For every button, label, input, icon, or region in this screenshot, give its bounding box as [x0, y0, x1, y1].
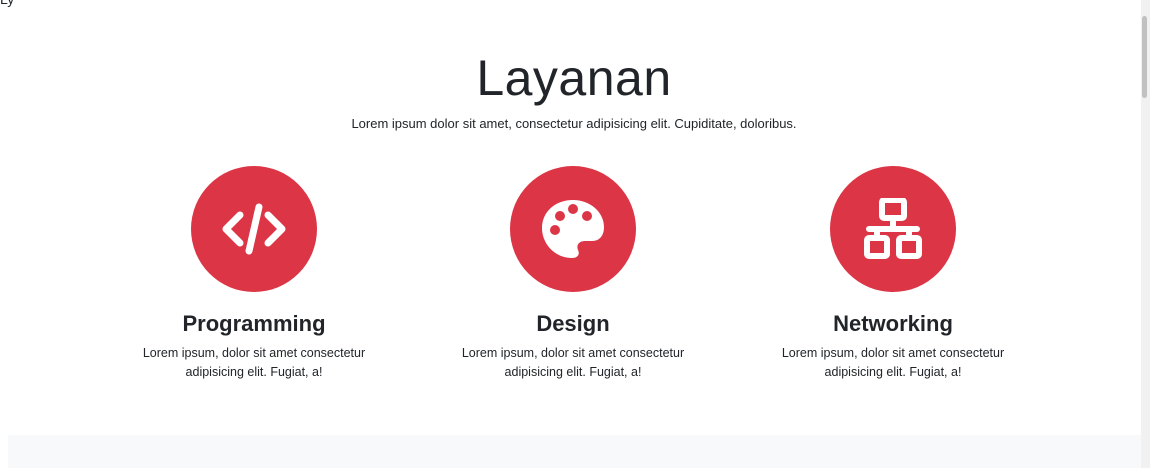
service-title: Design	[536, 311, 610, 336]
palette-icon	[542, 200, 604, 258]
service-title: Programming	[182, 311, 326, 336]
service-description: Lorem ipsum, dolor sit amet consectetur …	[142, 346, 366, 379]
services-section: Layanan Lorem ipsum dolor sit amet, cons…	[0, 0, 1141, 435]
network-icon	[864, 198, 922, 259]
vertical-scrollbar[interactable]	[1141, 0, 1150, 468]
section-subtitle: Lorem ipsum dolor sit amet, consectetur …	[351, 116, 797, 131]
service-icon-circle	[830, 166, 956, 292]
service-title: Networking	[833, 311, 953, 336]
service-card-networking: Networking Lorem ipsum, dolor sit amet c…	[753, 166, 1033, 382]
service-card-programming: Programming Lorem ipsum, dolor sit amet …	[114, 166, 394, 382]
next-section	[8, 435, 1141, 468]
section-title: Layanan	[476, 50, 672, 106]
service-description: Lorem ipsum, dolor sit amet consectetur …	[461, 346, 685, 379]
service-card-design: Design Lorem ipsum, dolor sit amet conse…	[433, 166, 713, 382]
service-icon-circle	[191, 166, 317, 292]
service-icon-circle	[510, 166, 636, 292]
code-icon	[222, 203, 286, 255]
navbar-brand-partial[interactable]: Ly	[0, 0, 14, 6]
scrollbar-thumb[interactable]	[1142, 16, 1147, 98]
service-description: Lorem ipsum, dolor sit amet consectetur …	[781, 346, 1005, 379]
